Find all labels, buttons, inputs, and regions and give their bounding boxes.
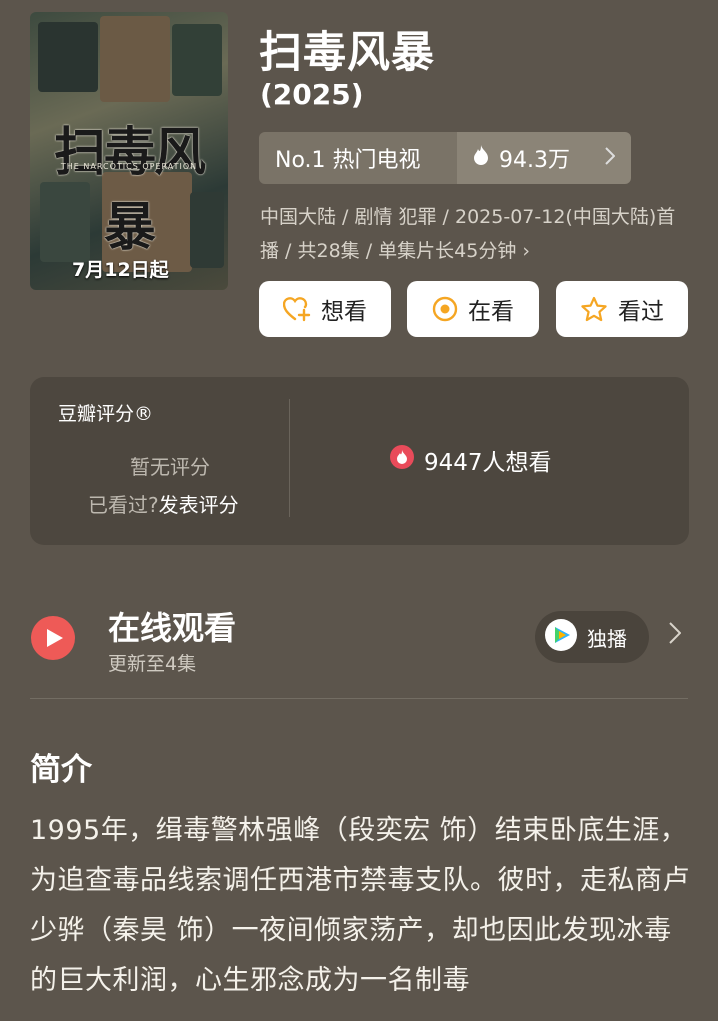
chevron-right-icon: [605, 146, 616, 171]
ranking-bar[interactable]: No.1 热门电视 94.3万: [259, 132, 631, 184]
online-watch-title[interactable]: 在线观看: [108, 603, 236, 649]
poster-image[interactable]: 扫毒风暴 THE NARCOTICS OPERATION 7月12日起: [30, 12, 228, 290]
post-rating-link[interactable]: 发表评分: [159, 493, 239, 517]
meta-info[interactable]: 中国大陆 / 剧情 犯罪 / 2025-07-12(中国大陆)首播 / 共28集…: [260, 200, 680, 268]
want-button[interactable]: 想看: [259, 281, 391, 337]
poster-figure: [100, 16, 170, 102]
section-divider: [30, 698, 688, 699]
watched-button[interactable]: 看过: [556, 281, 688, 337]
release-year: (2025): [260, 78, 364, 111]
page-title: 扫毒风暴: [259, 28, 435, 78]
watching-button[interactable]: 在看: [407, 281, 539, 337]
want-count-text: 9447人想看: [424, 450, 552, 476]
heat-value: 94.3万: [499, 148, 570, 173]
intro-heading: 简介: [30, 752, 92, 788]
rating-divider: [289, 399, 290, 517]
chevron-right-icon[interactable]: [669, 622, 682, 650]
no-rating-text: 暂无评分: [130, 455, 210, 479]
rating-prompt: 已看过?发表评分: [88, 489, 239, 518]
target-icon: [432, 296, 458, 322]
poster-title-art: 扫毒风暴: [53, 123, 206, 258]
rating-card: 豆瓣评分® 暂无评分 已看过?发表评分 9447人想看: [30, 377, 689, 545]
update-status: 更新至4集: [108, 653, 197, 675]
poster-date-art: 7月12日起: [72, 259, 169, 281]
heat-section[interactable]: 94.3万: [457, 132, 631, 184]
exclusive-platform-button[interactable]: 独播: [535, 611, 649, 663]
heart-plus-icon: [283, 296, 311, 322]
flame-icon: [473, 145, 489, 171]
douban-rating-label: 豆瓣评分®: [58, 403, 154, 425]
watched-label: 看过: [618, 299, 664, 325]
rating-prompt-prefix: 已看过?: [88, 493, 159, 517]
poster-figure: [38, 22, 98, 92]
exclusive-label: 独播: [587, 626, 627, 651]
want-label: 想看: [321, 299, 367, 325]
intro-text: 1995年，缉毒警林强峰（段奕宏 饰）结束卧底生涯，为追查毒品线索调任西港市禁毒…: [30, 815, 690, 996]
want-count: 9447人想看: [390, 443, 552, 477]
star-icon: [580, 296, 608, 323]
flame-badge-icon: [390, 445, 414, 475]
play-icon[interactable]: [31, 616, 75, 660]
rank-label: No.1 热门电视: [259, 132, 457, 184]
tencent-video-logo-icon: [545, 618, 577, 656]
poster-figure: [172, 24, 222, 96]
poster-subtitle-art: THE NARCOTICS OPERATION: [60, 162, 198, 171]
watching-label: 在看: [468, 299, 514, 325]
